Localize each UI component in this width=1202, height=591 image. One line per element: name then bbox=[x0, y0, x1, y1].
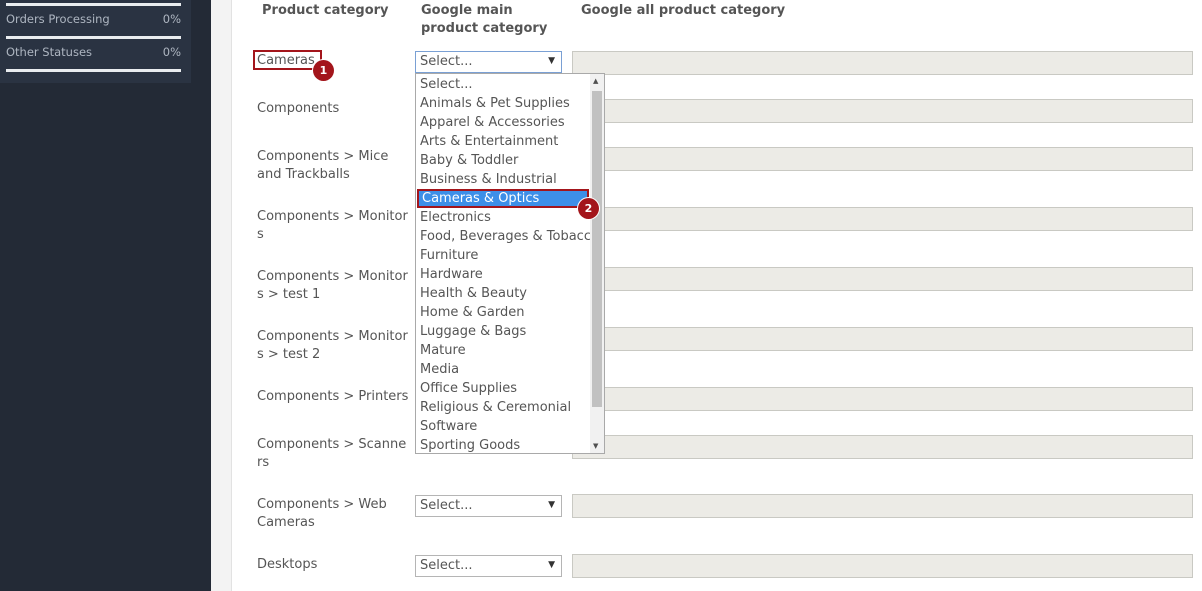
stat-percent: 0% bbox=[162, 45, 181, 59]
dropdown-option[interactable]: Mature bbox=[420, 341, 466, 360]
category-dropdown-list[interactable]: Select... Animals & Pet Supplies Apparel… bbox=[415, 73, 605, 454]
stat-percent: 0% bbox=[162, 12, 181, 26]
dropdown-option[interactable]: Furniture bbox=[420, 246, 478, 265]
category-label: Desktops bbox=[257, 557, 318, 572]
dropdown-option[interactable]: Luggage & Bags bbox=[420, 322, 526, 341]
dropdown-scrollbar[interactable]: ▲ ▼ bbox=[590, 74, 604, 453]
dropdown-option[interactable]: Software bbox=[420, 417, 477, 436]
divider bbox=[231, 0, 232, 591]
content-gutter bbox=[211, 0, 231, 591]
caret-down-icon: ▼ bbox=[548, 56, 555, 66]
google-all-field[interactable] bbox=[572, 147, 1193, 171]
header-google-all: Google all product category bbox=[581, 3, 786, 18]
category-label: Components > Monitor s bbox=[257, 209, 408, 242]
google-all-field[interactable] bbox=[572, 387, 1193, 411]
dropdown-option[interactable]: Animals & Pet Supplies bbox=[420, 94, 570, 113]
dropdown-option[interactable]: Home & Garden bbox=[420, 303, 524, 322]
select-value: Select... bbox=[420, 498, 473, 513]
stat-label: Orders Processing bbox=[6, 12, 110, 26]
header-google-main-line1: Google main bbox=[421, 3, 513, 18]
stat-other-statuses[interactable]: Other Statuses 0% bbox=[6, 39, 181, 72]
google-all-field[interactable] bbox=[572, 267, 1193, 291]
dropdown-option[interactable]: Sporting Goods bbox=[420, 436, 520, 455]
scroll-down-icon[interactable]: ▼ bbox=[593, 442, 598, 450]
dropdown-option[interactable]: Office Supplies bbox=[420, 379, 517, 398]
select-value: Select... bbox=[420, 54, 473, 69]
dropdown-option[interactable]: Media bbox=[420, 360, 459, 379]
dropdown-option[interactable]: Religious & Ceremonial bbox=[420, 398, 571, 417]
category-label: Components bbox=[257, 101, 340, 116]
sidebar: Orders Processing 0% Other Statuses 0% bbox=[0, 0, 211, 591]
dropdown-option[interactable]: Hardware bbox=[420, 265, 483, 284]
header-product-category: Product category bbox=[262, 3, 389, 18]
progress-bar bbox=[6, 69, 181, 72]
dropdown-option-highlighted[interactable]: Cameras & Optics bbox=[417, 189, 589, 208]
dropdown-option[interactable]: Business & Industrial bbox=[420, 170, 557, 189]
order-status-box: Orders Processing 0% Other Statuses 0% bbox=[0, 0, 191, 83]
dropdown-option[interactable]: Select... bbox=[420, 75, 473, 94]
select-value: Select... bbox=[420, 558, 473, 573]
category-label: Components > Printers bbox=[257, 389, 409, 404]
category-label: Cameras bbox=[257, 53, 315, 68]
google-all-field[interactable] bbox=[572, 99, 1193, 123]
scroll-thumb[interactable] bbox=[592, 91, 602, 407]
dropdown-option[interactable]: Apparel & Accessories bbox=[420, 113, 565, 132]
category-label: Components > Web Cameras bbox=[257, 497, 387, 530]
category-label: Components > Monitor s > test 1 bbox=[257, 269, 408, 302]
caret-down-icon: ▼ bbox=[548, 500, 555, 510]
dropdown-option[interactable]: Electronics bbox=[420, 208, 491, 227]
stat-orders-processing[interactable]: Orders Processing 0% bbox=[6, 6, 181, 39]
annotation-badge-1: 1 bbox=[313, 60, 334, 81]
dropdown-option[interactable]: Food, Beverages & Tobacco bbox=[420, 227, 599, 246]
category-label: Components > Mice and Trackballs bbox=[257, 149, 389, 182]
dropdown-option[interactable]: Arts & Entertainment bbox=[420, 132, 558, 151]
google-all-field[interactable] bbox=[572, 435, 1193, 459]
scroll-up-icon[interactable]: ▲ bbox=[593, 77, 598, 85]
google-main-select[interactable]: Select... ▼ bbox=[415, 555, 562, 577]
dropdown-option[interactable]: Health & Beauty bbox=[420, 284, 527, 303]
google-all-field[interactable] bbox=[572, 494, 1193, 518]
google-main-select[interactable]: Select... ▼ bbox=[415, 51, 562, 73]
annotation-badge-2: 2 bbox=[578, 198, 599, 219]
header-google-main-line2: product category bbox=[421, 21, 548, 36]
google-main-select[interactable]: Select... ▼ bbox=[415, 495, 562, 517]
dropdown-option[interactable]: Baby & Toddler bbox=[420, 151, 518, 170]
google-all-field[interactable] bbox=[572, 554, 1193, 578]
stat-label: Other Statuses bbox=[6, 45, 93, 59]
google-all-field[interactable] bbox=[572, 327, 1193, 351]
category-label: Components > Scanne rs bbox=[257, 437, 407, 470]
google-all-field[interactable] bbox=[572, 51, 1193, 75]
caret-down-icon: ▼ bbox=[548, 560, 555, 570]
category-label: Components > Monitor s > test 2 bbox=[257, 329, 408, 362]
google-all-field[interactable] bbox=[572, 207, 1193, 231]
